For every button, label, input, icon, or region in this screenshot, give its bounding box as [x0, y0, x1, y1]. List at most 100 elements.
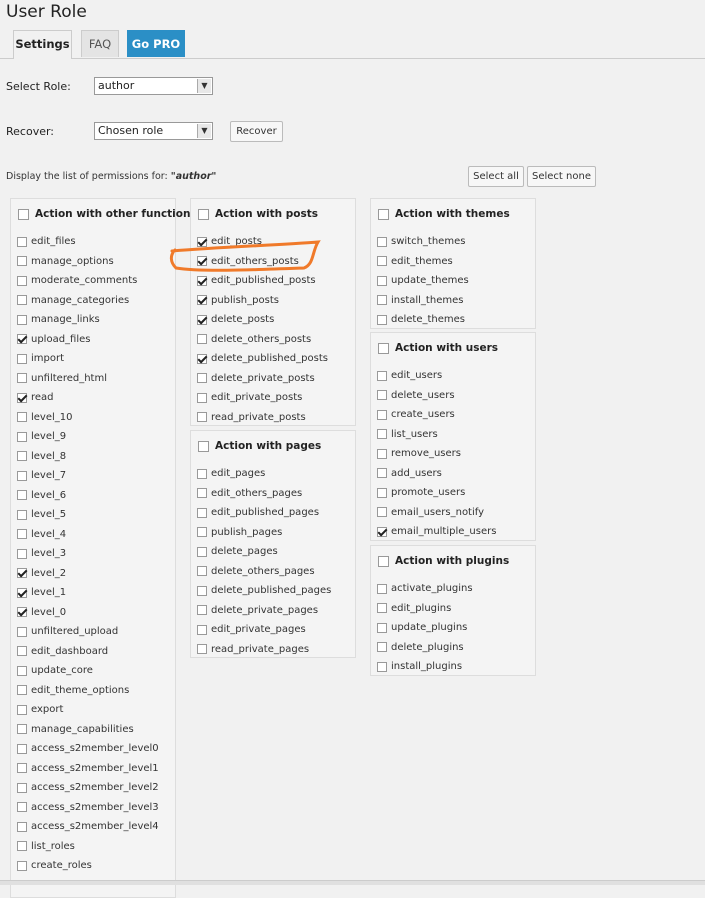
- permission-item[interactable]: moderate_comments: [17, 275, 137, 286]
- group-header[interactable]: Action with plugins: [378, 555, 509, 567]
- permission-checkbox[interactable]: [197, 566, 207, 576]
- permission-item[interactable]: access_s2member_level0: [17, 743, 159, 754]
- group-select-checkbox[interactable]: [378, 555, 389, 567]
- permission-item[interactable]: create_roles: [17, 860, 92, 871]
- permission-item[interactable]: edit_others_posts: [197, 256, 299, 267]
- permission-item[interactable]: export: [17, 704, 63, 715]
- permission-checkbox[interactable]: [197, 353, 207, 364]
- permission-item[interactable]: remove_users: [377, 448, 461, 459]
- permission-item[interactable]: edit_private_posts: [197, 392, 302, 403]
- tab-faq[interactable]: FAQ: [81, 30, 119, 57]
- permission-item[interactable]: edit_pages: [197, 468, 265, 479]
- permission-checkbox[interactable]: [17, 646, 27, 656]
- tab-go-pro[interactable]: Go PRO: [127, 30, 185, 57]
- permission-checkbox[interactable]: [17, 743, 27, 754]
- permission-checkbox[interactable]: [17, 314, 27, 325]
- group-header[interactable]: Action with themes: [378, 208, 510, 220]
- permission-checkbox[interactable]: [377, 314, 387, 325]
- group-select-checkbox[interactable]: [198, 440, 209, 452]
- permission-checkbox[interactable]: [17, 431, 27, 442]
- permission-item[interactable]: unfiltered_html: [17, 373, 107, 384]
- permission-checkbox[interactable]: [197, 644, 207, 654]
- permission-item[interactable]: publish_pages: [197, 527, 282, 538]
- permission-item[interactable]: level_1: [17, 587, 66, 598]
- permission-item[interactable]: level_7: [17, 470, 66, 481]
- permission-item[interactable]: manage_capabilities: [17, 724, 134, 735]
- permission-item[interactable]: level_9: [17, 431, 66, 442]
- permission-item[interactable]: edit_files: [17, 236, 76, 247]
- permission-item[interactable]: install_themes: [377, 295, 463, 306]
- permission-item[interactable]: read: [17, 392, 54, 403]
- permission-item[interactable]: email_multiple_users: [377, 526, 496, 537]
- permission-checkbox[interactable]: [377, 622, 387, 633]
- permission-item[interactable]: switch_themes: [377, 236, 465, 247]
- permission-item[interactable]: access_s2member_level4: [17, 821, 159, 832]
- group-header[interactable]: Action with users: [378, 342, 498, 354]
- permission-item[interactable]: manage_links: [17, 314, 100, 325]
- permission-checkbox[interactable]: [377, 236, 387, 247]
- permission-checkbox[interactable]: [197, 527, 207, 537]
- permission-item[interactable]: edit_themes: [377, 256, 453, 267]
- permission-item[interactable]: unfiltered_upload: [17, 626, 118, 637]
- permission-checkbox[interactable]: [197, 488, 207, 498]
- permission-checkbox[interactable]: [17, 860, 27, 871]
- permission-checkbox[interactable]: [17, 353, 27, 364]
- permission-checkbox[interactable]: [377, 603, 387, 613]
- permission-checkbox[interactable]: [197, 412, 207, 422]
- permission-checkbox[interactable]: [197, 546, 207, 557]
- permission-checkbox[interactable]: [377, 642, 387, 652]
- permission-checkbox[interactable]: [377, 487, 387, 498]
- select-none-button[interactable]: Select none: [527, 166, 596, 187]
- permission-checkbox[interactable]: [377, 370, 387, 381]
- permission-item[interactable]: level_3: [17, 548, 66, 559]
- permission-item[interactable]: create_users: [377, 409, 455, 420]
- permission-checkbox[interactable]: [17, 665, 27, 676]
- permission-checkbox[interactable]: [377, 409, 387, 420]
- group-header[interactable]: Action with other function: [18, 208, 190, 220]
- permission-item[interactable]: add_users: [377, 468, 442, 479]
- permission-checkbox[interactable]: [17, 548, 27, 559]
- permission-checkbox[interactable]: [377, 275, 387, 286]
- permission-item[interactable]: manage_categories: [17, 295, 129, 306]
- permission-item[interactable]: read_private_pages: [197, 644, 309, 655]
- permission-item[interactable]: delete_published_posts: [197, 353, 328, 364]
- permission-checkbox[interactable]: [197, 373, 207, 383]
- permission-checkbox[interactable]: [17, 490, 27, 500]
- permission-item[interactable]: edit_dashboard: [17, 646, 108, 657]
- permission-checkbox[interactable]: [197, 392, 207, 403]
- permission-checkbox[interactable]: [17, 568, 27, 578]
- tab-settings[interactable]: Settings: [13, 30, 72, 59]
- group-select-checkbox[interactable]: [198, 208, 209, 220]
- permission-checkbox[interactable]: [17, 509, 27, 520]
- select-all-button[interactable]: Select all: [468, 166, 524, 187]
- group-header[interactable]: Action with posts: [198, 208, 318, 220]
- permission-checkbox[interactable]: [17, 451, 27, 461]
- permission-checkbox[interactable]: [377, 526, 387, 537]
- group-select-checkbox[interactable]: [18, 208, 29, 220]
- permission-checkbox[interactable]: [377, 390, 387, 400]
- permission-item[interactable]: level_10: [17, 412, 73, 423]
- permission-item[interactable]: update_plugins: [377, 622, 467, 633]
- permission-item[interactable]: update_core: [17, 665, 93, 676]
- chevron-down-icon[interactable]: ▼: [197, 79, 211, 93]
- permission-checkbox[interactable]: [17, 782, 27, 793]
- permission-checkbox[interactable]: [17, 412, 27, 422]
- permission-item[interactable]: level_0: [17, 607, 66, 618]
- role-select[interactable]: author ▼: [94, 77, 213, 95]
- permission-item[interactable]: list_users: [377, 429, 438, 440]
- permission-checkbox[interactable]: [17, 724, 27, 734]
- permission-item[interactable]: edit_private_pages: [197, 624, 306, 635]
- permission-item[interactable]: delete_private_posts: [197, 373, 315, 384]
- permission-item[interactable]: read_private_posts: [197, 412, 306, 423]
- permission-item[interactable]: upload_files: [17, 334, 91, 345]
- permission-item[interactable]: level_5: [17, 509, 66, 520]
- permission-checkbox[interactable]: [377, 448, 387, 459]
- permission-item[interactable]: delete_pages: [197, 546, 278, 557]
- permission-checkbox[interactable]: [17, 295, 27, 305]
- permission-item[interactable]: level_4: [17, 529, 66, 540]
- permission-checkbox[interactable]: [377, 256, 387, 266]
- permission-checkbox[interactable]: [197, 605, 207, 615]
- permission-item[interactable]: level_2: [17, 568, 66, 579]
- permission-item[interactable]: delete_plugins: [377, 642, 464, 653]
- permission-checkbox[interactable]: [17, 704, 27, 715]
